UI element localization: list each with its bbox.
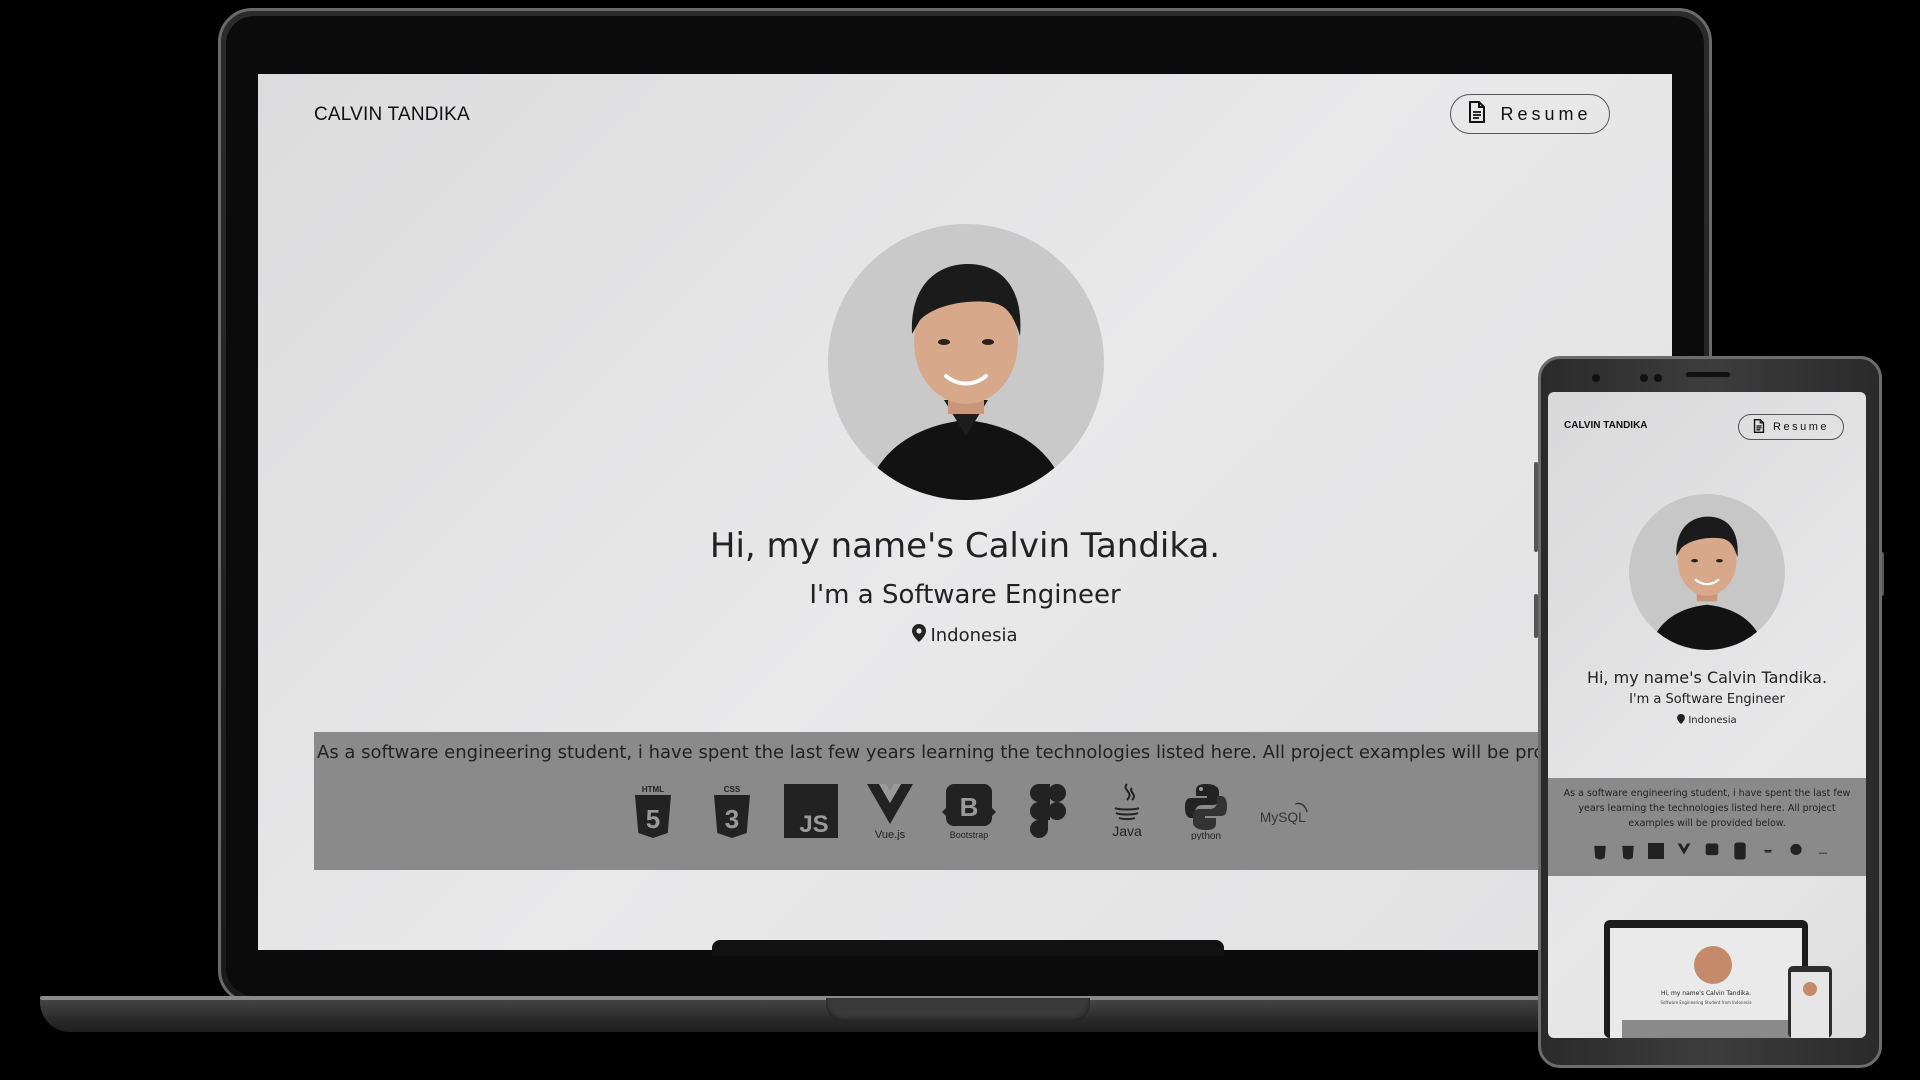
location: Indonesia [258, 624, 1672, 647]
svg-text:5: 5 [645, 804, 659, 834]
css3-icon: CSS 3 [703, 782, 760, 840]
bootstrap-icon [1704, 842, 1720, 860]
svg-text:Vue.js: Vue.js [874, 829, 905, 840]
svg-text:CSS: CSS [723, 785, 740, 794]
mini-greeting: Hi, my name's Calvin Tandika. [1660, 990, 1752, 997]
javascript-icon: JS [782, 782, 839, 840]
phone-screen: CALVIN TANDIKA Resume Hi, my name's Calv… [1548, 392, 1866, 1038]
mini-phone [1788, 966, 1832, 1038]
greeting-heading: Hi, my name's Calvin Tandika. [709, 526, 1221, 566]
mini-band [1622, 1020, 1798, 1038]
svg-text:python: python [1190, 831, 1220, 840]
technologies-section-mobile: As a software engineering student, i hav… [1548, 778, 1866, 876]
python-icon: python [1177, 782, 1234, 840]
java-icon [1760, 842, 1776, 860]
bootstrap-icon: B Bootstrap [940, 782, 997, 840]
java-icon: Java [1098, 782, 1155, 840]
role-subheading: I'm a Software Engineer [809, 580, 1121, 610]
mini-phone-screen [1791, 972, 1829, 1038]
mini-laptop-screen: Hi, my name's Calvin Tandika. Software E… [1610, 928, 1802, 1038]
javascript-icon [1648, 842, 1664, 860]
intro-text-mobile: As a software engineering student, i hav… [1563, 788, 1851, 829]
mysql-icon [1816, 842, 1832, 860]
profile-photo [828, 224, 1104, 500]
svg-text:B: B [959, 792, 978, 822]
html5-icon [1592, 842, 1608, 860]
css3-icon [1620, 842, 1636, 860]
project-preview-thumbnail[interactable]: Hi, my name's Calvin Tandika. Software E… [1604, 920, 1832, 1038]
laptop-trackpad-notch [826, 998, 1090, 1022]
phone-sensor-2 [1654, 374, 1662, 382]
map-pin-icon [912, 624, 927, 647]
laptop-base [40, 996, 1600, 1032]
location-text: Indonesia [1688, 715, 1737, 726]
mysql-icon: MySQL [1256, 782, 1313, 840]
mini-avatar [1694, 946, 1732, 984]
svg-text:Java: Java [1112, 823, 1142, 839]
intro-marquee: As a software engineering student, i hav… [317, 742, 1658, 763]
document-icon [1753, 418, 1765, 437]
mini-phone-avatar [1803, 982, 1817, 996]
location-mobile: Indonesia [1548, 714, 1866, 727]
profile-photo-mobile [1629, 494, 1785, 650]
laptop-base-edge [40, 996, 1600, 1000]
resume-button[interactable]: Resume [1450, 94, 1610, 134]
vuejs-icon [1676, 842, 1692, 860]
svg-text:3: 3 [724, 804, 738, 834]
svg-text:JS: JS [799, 811, 828, 838]
mini-laptop: Hi, my name's Calvin Tandika. Software E… [1604, 920, 1808, 1038]
brand-name[interactable]: CALVIN TANDIKA [314, 104, 470, 126]
tech-icons-row: HTML 5 CSS 3 JS Vue.js B Bootstrap Java … [624, 782, 1313, 840]
phone-speaker [1686, 372, 1730, 377]
html5-icon: HTML 5 [624, 782, 681, 840]
location-text: Indonesia [930, 625, 1018, 646]
resume-label: Resume [1500, 103, 1592, 124]
technologies-section: As a software engineering student, i hav… [314, 732, 1672, 870]
resume-button-mobile[interactable]: Resume [1738, 414, 1844, 440]
map-pin-icon [1677, 714, 1686, 727]
svg-text:MySQL: MySQL [1260, 810, 1306, 825]
greeting-heading-mobile: Hi, my name's Calvin Tandika. [1586, 668, 1828, 687]
figma-icon [1732, 842, 1748, 860]
figma-icon [1019, 782, 1076, 840]
role-subheading-mobile: I'm a Software Engineer [1629, 692, 1785, 707]
tech-icons-row-mobile [1592, 842, 1832, 860]
resume-label: Resume [1773, 421, 1829, 433]
laptop-screen: CALVIN TANDIKA Resume Hi, my name's Calv… [258, 74, 1672, 950]
mini-subtitle: Software Engineering Student from Indone… [1660, 1000, 1752, 1005]
device-mockup-stage: CALVIN TANDIKA Resume Hi, my name's Calv… [0, 0, 1920, 1080]
document-icon [1468, 101, 1486, 127]
svg-text:Bootstrap: Bootstrap [949, 830, 988, 840]
vuejs-icon: Vue.js [861, 782, 918, 840]
brand-name-mobile[interactable]: CALVIN TANDIKA [1564, 420, 1648, 431]
laptop-hinge [712, 940, 1224, 956]
svg-text:HTML: HTML [641, 785, 663, 794]
phone-sensor [1640, 374, 1648, 382]
phone-camera [1592, 374, 1600, 382]
python-icon [1788, 842, 1804, 860]
